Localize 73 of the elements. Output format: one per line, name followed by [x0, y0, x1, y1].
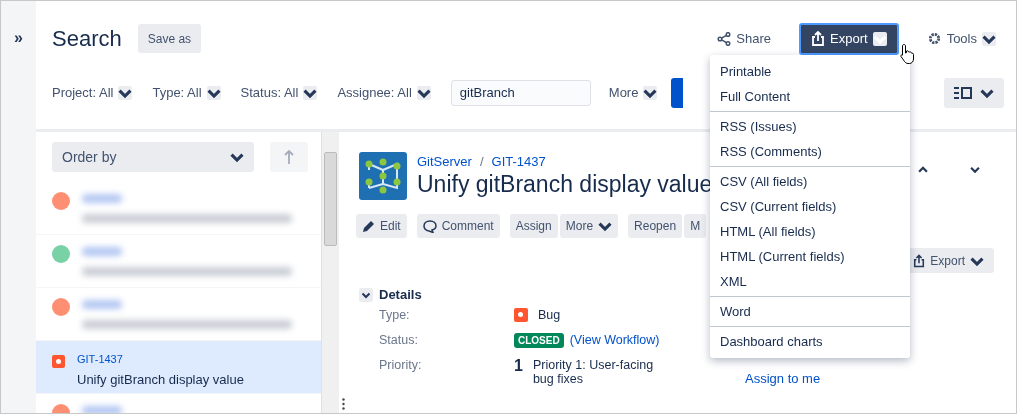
issue-action-button[interactable]: Comment [416, 214, 500, 238]
share-button[interactable]: Share [709, 23, 780, 54]
export-menu-item[interactable]: CSV (Current fields) [710, 194, 910, 219]
export-menu-item[interactable]: Printable [710, 59, 910, 84]
page-title: Search [52, 25, 122, 52]
issue-action-button[interactable]: Reopen [628, 214, 683, 238]
field-value: Priority 1: User-facing bug fixes [532, 358, 654, 386]
collapse-chevron-icon[interactable] [359, 287, 373, 302]
chevron-down-icon [206, 85, 221, 100]
export-menu-item[interactable]: Full Content [710, 84, 910, 109]
arrow-up-icon [284, 150, 294, 164]
previous-issue-button[interactable] [918, 166, 928, 173]
export-button[interactable]: Export [799, 22, 899, 55]
filter-dropdown[interactable]: Status: All [240, 78, 318, 107]
issue-key-link[interactable]: GIT-1437 [491, 154, 546, 169]
order-by-dropdown[interactable]: Order by [52, 142, 254, 172]
section-heading: Details [379, 287, 422, 302]
layout-switcher-button[interactable] [944, 77, 1004, 108]
issue-list-item[interactable]: GIT-1437 Unify gitBranch display value [36, 341, 321, 394]
export-menu-item[interactable]: HTML (All fields) [710, 219, 910, 244]
filter-dropdown[interactable]: Assignee: All [337, 78, 431, 107]
chevron-down-icon [303, 85, 318, 100]
issue-action-button[interactable]: More [559, 214, 619, 238]
chevron-down-icon [982, 31, 996, 46]
scrollbar[interactable] [321, 132, 339, 413]
issue-summary: Unify gitBranch display value [77, 372, 244, 387]
settings-icon [926, 31, 942, 46]
chevron-down-icon [118, 85, 133, 100]
issue-title: Unify gitBranch display value [417, 171, 713, 198]
project-logo-icon [359, 152, 407, 200]
assign-to-me-link[interactable]: Assign to me [745, 371, 821, 386]
breadcrumb-separator: / [479, 154, 484, 169]
issue-key-link[interactable]: GIT-1437 [77, 353, 244, 365]
field-label: Priority: [378, 358, 423, 374]
blurred-text [82, 300, 122, 309]
chevron-down-icon [416, 85, 431, 100]
issue-action-button[interactable]: M [684, 214, 707, 238]
chevron-down-icon [643, 85, 658, 100]
field-value: Bug [538, 308, 561, 322]
export-icon [913, 253, 926, 268]
next-issue-button[interactable] [970, 166, 980, 173]
export-menu-item[interactable]: RSS (Comments) [710, 139, 910, 164]
filter-dropdown[interactable]: Project: All [52, 78, 133, 107]
blurred-text [82, 406, 122, 413]
export-menu-item[interactable]: Dashboard charts [710, 329, 910, 354]
filter-dropdown[interactable]: Type: All [152, 78, 221, 107]
bug-icon [514, 308, 528, 322]
pencil-icon [362, 219, 375, 233]
issue-action-button[interactable]: Assign [509, 214, 558, 238]
comment-icon [422, 219, 437, 233]
export-icon [811, 31, 826, 46]
resize-handle[interactable] [342, 398, 345, 410]
project-link[interactable]: GitServer [417, 154, 472, 169]
priority-icon: 1 [514, 358, 523, 374]
search-field[interactable]: gitBranch [450, 79, 591, 106]
tools-button[interactable]: Tools [918, 23, 1004, 54]
chevron-down-icon [872, 31, 887, 46]
field-label: Status: [378, 333, 419, 349]
blurred-text [82, 194, 122, 203]
sidebar-expand-toggle[interactable]: » [14, 29, 23, 49]
search-button[interactable] [671, 77, 684, 108]
issue-action-button[interactable]: Edit [356, 214, 407, 238]
export-menu-item[interactable]: CSV (All fields) [710, 169, 910, 194]
status-lozenge: CLOSED [514, 333, 564, 348]
export-menu-item[interactable]: Word [710, 299, 910, 324]
list-view-icon [954, 86, 972, 99]
share-icon [717, 31, 732, 46]
view-workflow-link[interactable]: (View Workflow) [569, 333, 660, 347]
field-label: Type: [378, 308, 411, 324]
save-as-button[interactable]: Save as [137, 24, 202, 53]
more-filters-dropdown[interactable]: More [608, 78, 658, 107]
export-menu-item[interactable]: RSS (Issues) [710, 114, 910, 139]
blurred-text [82, 247, 122, 256]
